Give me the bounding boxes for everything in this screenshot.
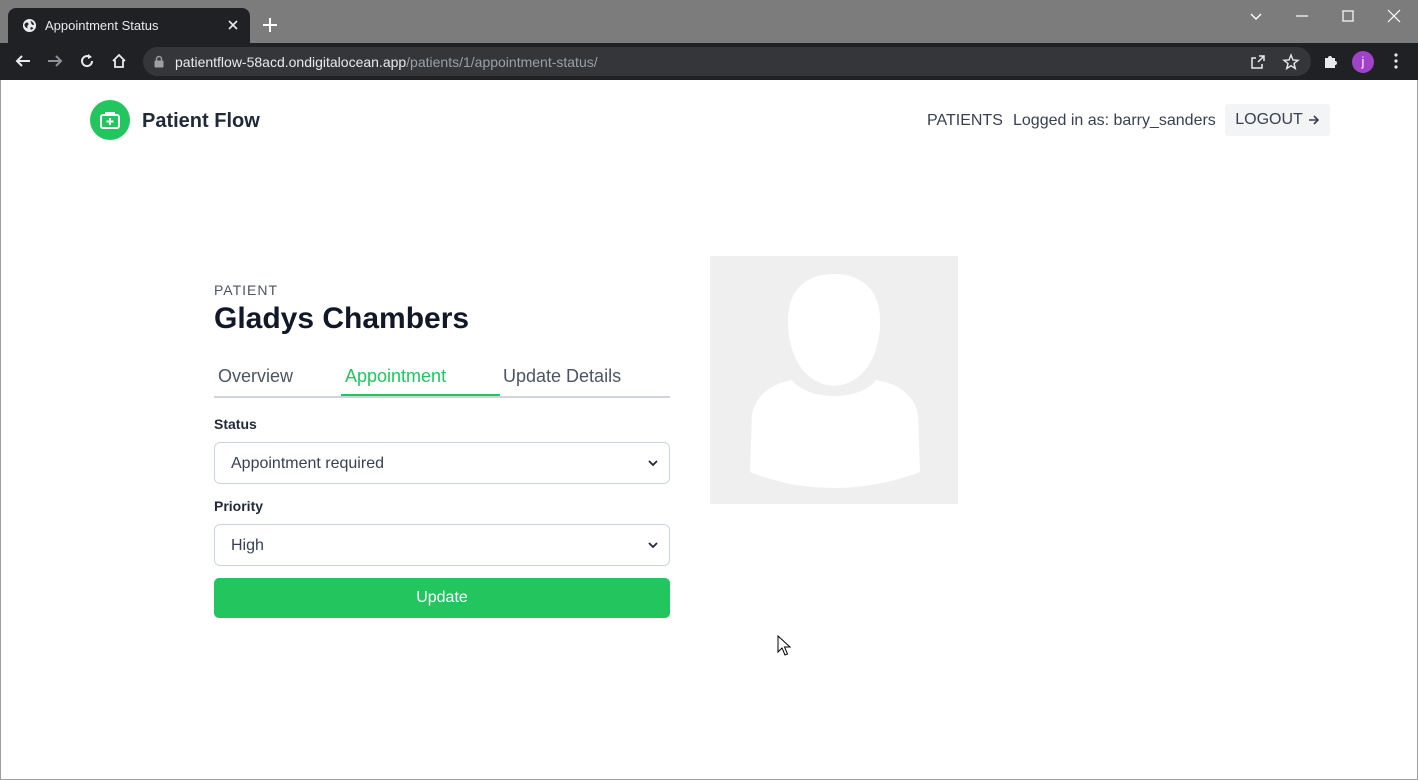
page-viewport: Patient Flow PATIENTS Logged in as: barr… [0,80,1418,780]
logout-button[interactable]: LOGOUT [1225,104,1330,136]
status-select[interactable]: Appointment required [214,442,670,484]
patient-kicker: PATIENT [214,282,279,298]
arrow-right-icon [1308,115,1319,125]
profile-avatar[interactable]: j [1352,51,1374,73]
forward-icon[interactable] [46,52,64,70]
update-button[interactable]: Update [214,578,670,618]
share-icon[interactable] [1249,53,1267,71]
lock-icon[interactable] [153,55,165,68]
status-value: Appointment required [231,455,384,472]
browser-toolbar: patientflow-58acd.ondigitalocean.app/pat… [0,43,1418,80]
close-icon[interactable] [224,16,242,34]
patient-photo-placeholder [710,256,958,504]
tab-overview[interactable]: Overview [218,366,293,387]
bookmark-star-icon[interactable] [1282,53,1300,71]
priority-label: Priority [214,498,264,514]
nav-patients-link[interactable]: PATIENTS [927,112,1003,130]
more-menu-icon[interactable] [1387,52,1405,70]
active-tab-indicator [341,394,500,396]
browser-tab[interactable]: Appointment Status [8,8,250,43]
medical-kit-icon[interactable] [90,100,130,140]
brand-name[interactable]: Patient Flow [142,110,260,133]
chevron-down-icon [648,460,658,467]
logged-in-user: Logged in as: barry_sanders [1013,112,1216,129]
address-bar[interactable]: patientflow-58acd.ondigitalocean.app/pat… [143,47,1311,76]
extensions-puzzle-icon[interactable] [1322,52,1340,70]
minimize-icon[interactable] [1294,8,1310,24]
tab-search-icon[interactable] [1248,8,1264,24]
person-silhouette-icon [750,274,920,488]
home-icon[interactable] [110,52,128,70]
priority-value: High [231,537,264,554]
reload-icon[interactable] [78,52,96,70]
tab-title: Appointment Status [45,18,159,33]
url-host: patientflow-58acd.ondigitalocean.app [175,54,407,70]
tab-update-details[interactable]: Update Details [503,366,621,387]
status-label: Status [214,416,257,432]
chevron-down-icon [648,542,658,549]
browser-titlebar: Appointment Status [0,0,1418,43]
tab-appointment[interactable]: Appointment [345,366,446,387]
url-path: /patients/1/appointment-status/ [406,54,598,70]
priority-select[interactable]: High [214,524,670,566]
close-window-icon[interactable] [1386,8,1402,24]
new-tab-icon[interactable] [262,17,278,33]
logout-label: LOGOUT [1235,111,1303,128]
maximize-icon[interactable] [1340,8,1356,24]
globe-icon [22,18,37,33]
mouse-cursor-icon [777,635,791,656]
patient-name: Gladys Chambers [214,302,470,335]
url-text[interactable]: patientflow-58acd.ondigitalocean.app/pat… [175,54,598,70]
back-icon[interactable] [14,52,32,70]
patient-tabs: Overview Appointment Update Details [214,360,670,398]
